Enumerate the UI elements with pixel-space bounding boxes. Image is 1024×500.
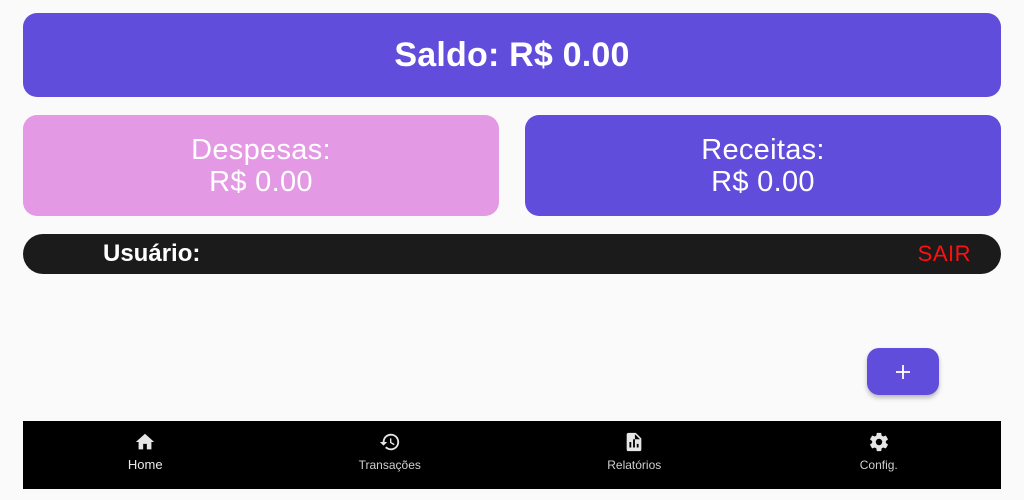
nav-item-settings[interactable]: Config. (757, 421, 1002, 489)
nav-item-reports[interactable]: Relatórios (512, 421, 757, 489)
income-label: Receitas: (701, 133, 825, 166)
plus-icon (896, 364, 910, 379)
nav-label-reports: Relatórios (607, 458, 662, 472)
nav-item-transactions[interactable]: Transações (268, 421, 513, 489)
gear-icon (868, 431, 890, 453)
nav-item-home[interactable]: Home (23, 421, 268, 489)
user-bar: Usuário: SAIR (23, 234, 1001, 274)
add-transaction-button[interactable] (867, 348, 939, 395)
app-screen: Saldo: R$ 0.00 Despesas: R$ 0.00 Receita… (0, 0, 1024, 500)
expenses-card: Despesas: R$ 0.00 (23, 115, 499, 216)
income-value: R$ 0.00 (711, 165, 815, 198)
expenses-value: R$ 0.00 (209, 165, 313, 198)
balance-text: Saldo: R$ 0.00 (394, 35, 630, 74)
logout-button[interactable]: SAIR (918, 234, 971, 274)
nav-label-home: Home (127, 457, 163, 472)
nav-label-settings: Config. (859, 458, 898, 472)
user-label: Usuário: (103, 240, 201, 267)
home-icon (134, 431, 156, 453)
history-icon (379, 431, 401, 453)
expenses-label: Despesas: (191, 133, 331, 166)
income-card: Receitas: R$ 0.00 (525, 115, 1001, 216)
balance-card: Saldo: R$ 0.00 (23, 13, 1001, 97)
report-icon (623, 431, 645, 453)
nav-label-transactions: Transações (358, 458, 421, 472)
bottom-navigation: Home Transações Relatórios Config. (23, 421, 1001, 489)
